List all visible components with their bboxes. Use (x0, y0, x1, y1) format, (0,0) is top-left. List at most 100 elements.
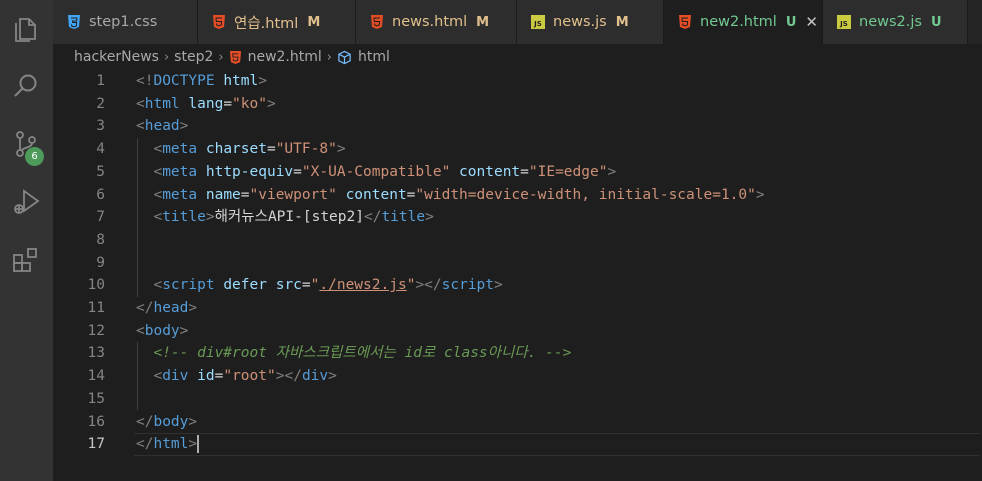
breadcrumb-item[interactable]: step2 (174, 49, 213, 65)
line-number: 13 (87, 345, 105, 362)
code-line[interactable]: 12 <body> (53, 320, 982, 343)
code-token: body (153, 413, 189, 430)
tab-news-js[interactable]: JS news.js M (517, 0, 664, 44)
code-token: </ (136, 436, 154, 453)
tab-new2-html[interactable]: new2.html U ✕ (664, 0, 823, 44)
current-line-highlight (134, 433, 980, 456)
activity-bar: 6 (0, 0, 53, 481)
code-token: < (153, 186, 163, 203)
chevron-right-icon: › (326, 49, 332, 65)
breadcrumb-item[interactable]: hackerNews (74, 49, 159, 65)
code-token: = (520, 163, 529, 180)
code-line[interactable]: 5 <meta http-equiv="X-UA-Compatible" con… (53, 161, 982, 184)
tab-news-html[interactable]: news.html M (356, 0, 517, 44)
code-line[interactable]: 2 <html lang="ko"> (53, 93, 982, 116)
explorer-icon[interactable] (10, 12, 42, 44)
line-number: 11 (87, 300, 105, 316)
html-file-icon (229, 50, 242, 65)
tab-label: news.js (553, 14, 607, 30)
tab-yeonseup-html[interactable]: 연습.html M (198, 0, 356, 44)
code-token: <! (136, 73, 154, 89)
code-token: > (425, 209, 434, 226)
code-token: = (301, 277, 311, 294)
code-line[interactable]: 15 (53, 388, 982, 411)
code-token: > (179, 118, 189, 135)
code-text: <head> (136, 115, 188, 138)
code-line[interactable]: 14 <div id="root"></div> (53, 365, 982, 388)
code-token: "X-UA-Compatible" (301, 163, 451, 180)
line-number: 9 (96, 254, 105, 271)
code-line[interactable]: 13 <!-- div#root 자바스크립트에서는 id로 class아니다.… (53, 342, 982, 365)
code-line[interactable]: 1 <!DOCTYPE html> (53, 70, 982, 93)
tab-news2-js[interactable]: JS news2.js U (823, 0, 968, 44)
code-line[interactable]: 7 <title>해커뉴스API-[step2]</title> (53, 206, 982, 229)
code-token: </ (363, 209, 382, 226)
code-token: </ (136, 300, 154, 316)
tab-status: U (785, 14, 797, 30)
line-number: 8 (96, 231, 105, 248)
code-line[interactable]: 11 </head> (53, 297, 982, 320)
code-token: ></ (415, 277, 442, 294)
code-token: "width=device-width, initial-scale=1.0" (415, 186, 756, 203)
code-token: = (266, 141, 276, 158)
code-token: charset (205, 141, 267, 158)
code-token: < (153, 368, 163, 385)
code-token: title (381, 209, 426, 226)
html-file-icon (678, 14, 692, 30)
code-token: meta (162, 163, 198, 180)
code-line[interactable]: 6 <meta name="viewport" content="width=d… (53, 184, 982, 207)
tab-label: 연습.html (234, 15, 299, 32)
code-token: > (328, 368, 337, 385)
run-debug-icon[interactable] (10, 186, 42, 218)
code-line[interactable]: 16 </body> (53, 411, 982, 434)
code-token: < (136, 322, 145, 339)
tab-label: new2.html (700, 14, 777, 30)
search-icon[interactable] (10, 70, 42, 102)
tab-label: news2.js (859, 14, 922, 30)
tab-step1-css[interactable]: step1.css (53, 0, 198, 44)
code-token: "root" (223, 368, 276, 385)
code-token: div (162, 368, 189, 385)
code-line[interactable]: 10 <script defer src="./news2.js"></scri… (53, 274, 982, 297)
code-token: = (293, 163, 302, 180)
html-file-icon (370, 14, 384, 30)
code-token: script (441, 277, 495, 294)
code-token: < (153, 277, 163, 294)
code-line[interactable]: 17 </html> (53, 433, 982, 456)
js-file-icon: JS (531, 15, 545, 29)
code-token: > (179, 322, 189, 339)
code-token: > (258, 73, 267, 89)
svg-text:JS: JS (533, 20, 542, 28)
code-token: ./news2.js (319, 277, 407, 294)
svg-text:JS: JS (839, 20, 848, 28)
code-line[interactable]: 9 (53, 252, 982, 275)
breadcrumb-item[interactable]: html (358, 49, 390, 65)
code-token: content (459, 163, 521, 180)
line-number: 7 (96, 209, 105, 226)
line-number: 4 (96, 141, 105, 158)
code-token: src (275, 277, 302, 294)
css-file-icon (67, 14, 81, 30)
line-number: 5 (96, 163, 105, 180)
code-line[interactable]: 3 <head> (53, 115, 982, 138)
code-editor[interactable]: 1 <!DOCTYPE html> 2 <html lang="ko"> 3 <head>… (53, 70, 982, 481)
html-file-icon (212, 14, 226, 30)
extensions-icon[interactable] (10, 244, 42, 276)
code-token: > (755, 186, 765, 203)
code-line[interactable]: 8 (53, 229, 982, 252)
code-text: <body> (136, 320, 188, 343)
code-line[interactable]: 4 <meta charset="UTF-8"> (53, 138, 982, 161)
code-token: <!-- div#root 자바스크립트에서는 id로 class아니다. --… (153, 345, 572, 362)
breadcrumb-item[interactable]: new2.html (248, 49, 322, 65)
code-token: lang (188, 95, 224, 112)
code-token: ></ (275, 368, 302, 385)
code-token: 해커뉴스API-[step2] (214, 209, 364, 226)
code-token: head (144, 118, 180, 135)
close-icon[interactable]: ✕ (805, 13, 818, 31)
code-token: defer (223, 277, 267, 294)
